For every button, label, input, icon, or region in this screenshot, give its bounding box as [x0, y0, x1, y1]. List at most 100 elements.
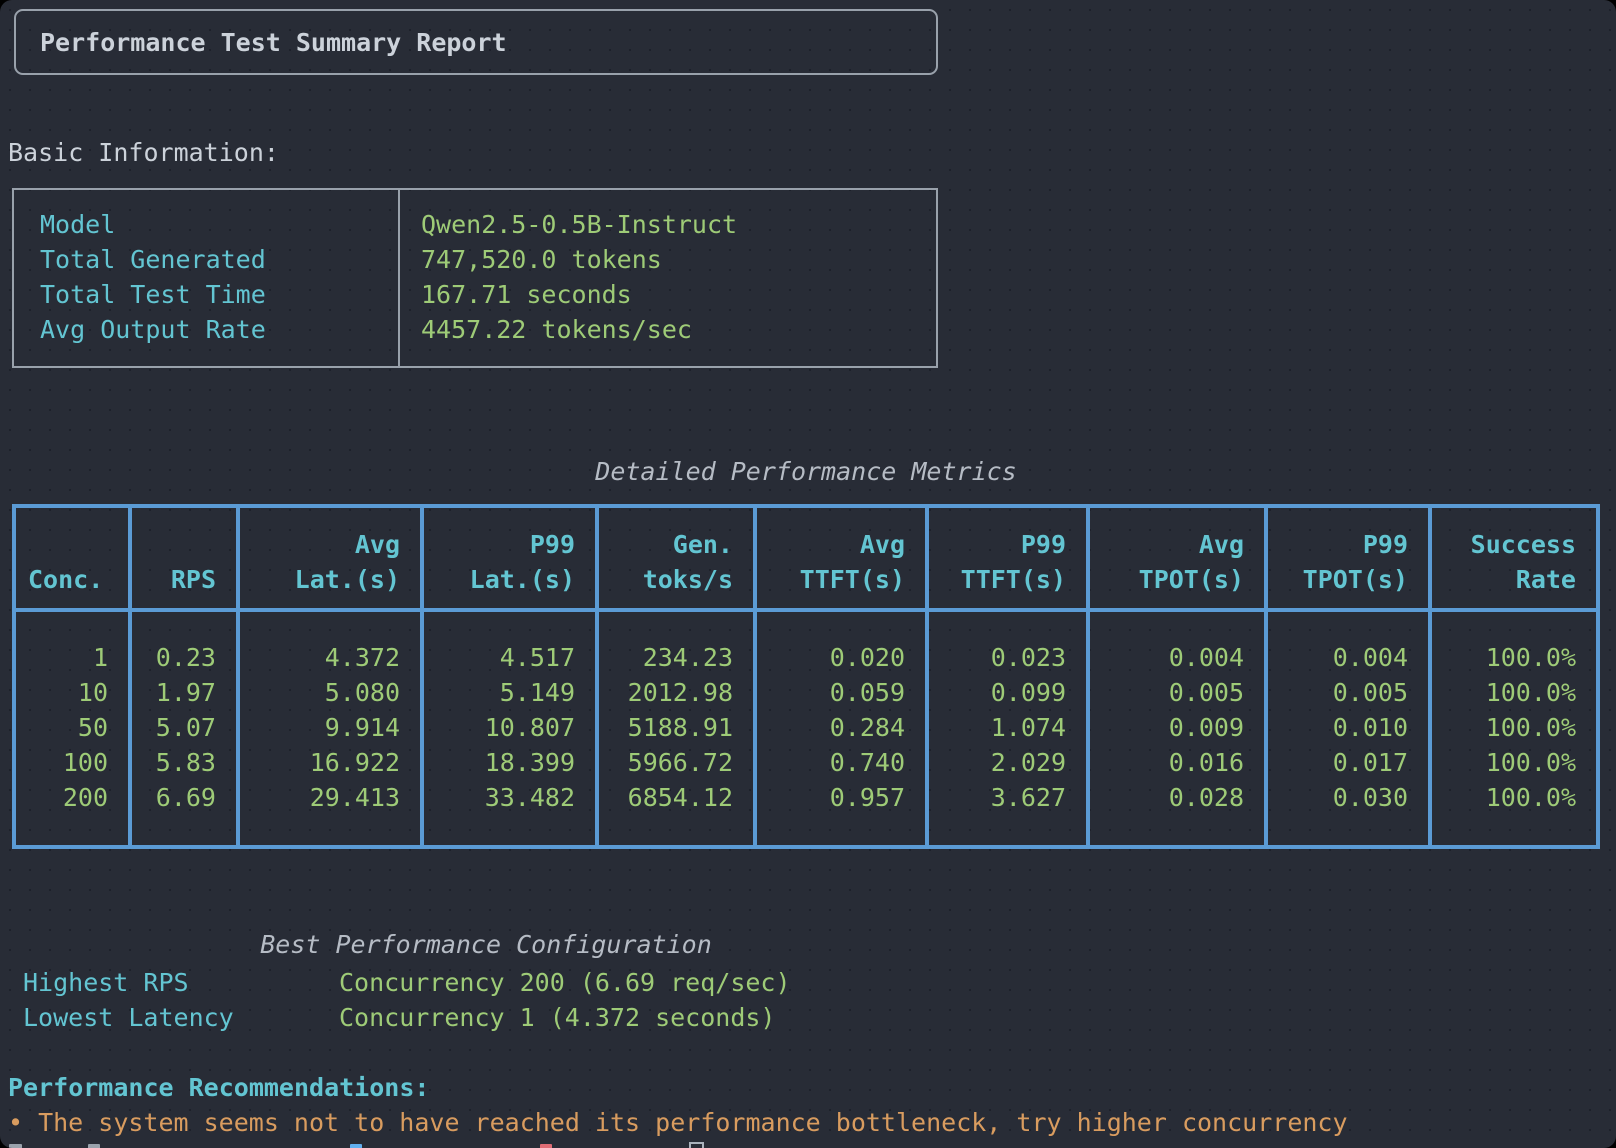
column-header-conc: Conc. [16, 508, 128, 608]
column-avg-lat: 4.372 5.080 9.914 16.922 29.413 [236, 612, 420, 845]
cell: 0.010 [1276, 710, 1408, 745]
basic-info-heading: Basic Information: [8, 135, 279, 170]
cell: 0.004 [1098, 640, 1244, 675]
column-header-p99-ttft: P99TTFT(s) [925, 508, 1086, 608]
cell: 10.807 [432, 710, 575, 745]
metrics-table-body: 1 10 50 100 200 0.23 1.97 5.07 5.83 6.69… [16, 612, 1596, 845]
best-config-row: Highest RPSConcurrency 200 (6.69 req/sec… [23, 965, 791, 1000]
bullet-icon: • [8, 1108, 23, 1137]
column-header-avg-lat: AvgLat.(s) [236, 508, 420, 608]
cell: 0.957 [765, 780, 905, 815]
cell: 5966.72 [607, 745, 733, 780]
cell: 9.914 [248, 710, 400, 745]
basic-info-label: Total Test Time [40, 277, 398, 312]
column-gen-toks: 234.23 2012.98 5188.91 5966.72 6854.12 [595, 612, 753, 845]
clipped-glyph [540, 1144, 552, 1148]
best-config-label: Highest RPS [23, 965, 339, 1000]
clipped-next-line [0, 1140, 1616, 1148]
basic-info-label: Total Generated [40, 242, 398, 277]
cell: 0.23 [140, 640, 216, 675]
cell: 2.029 [937, 745, 1066, 780]
cell: 0.020 [765, 640, 905, 675]
metrics-table-header: Conc. RPS AvgLat.(s) P99Lat.(s) Gen.toks… [16, 508, 1596, 612]
report-title-box: Performance Test Summary Report [14, 9, 938, 75]
cell: 16.922 [248, 745, 400, 780]
cell: 0.028 [1098, 780, 1244, 815]
column-header-rps: RPS [128, 508, 236, 608]
cell: 5.080 [248, 675, 400, 710]
cell: 1.074 [937, 710, 1066, 745]
column-header-success-rate: SuccessRate [1428, 508, 1596, 608]
cell: 100.0% [1440, 745, 1576, 780]
cell: 0.030 [1276, 780, 1408, 815]
cell: 1.97 [140, 675, 216, 710]
cell: 4.372 [248, 640, 400, 675]
cell: 6854.12 [607, 780, 733, 815]
column-header-p99-lat: P99Lat.(s) [420, 508, 595, 608]
clipped-glyph [9, 1144, 22, 1148]
best-config-value: Concurrency 200 (6.69 req/sec) [339, 968, 791, 997]
column-p99-ttft: 0.023 0.099 1.074 2.029 3.627 [925, 612, 1086, 845]
cell: 10 [24, 675, 108, 710]
cell: 200 [24, 780, 108, 815]
column-p99-tpot: 0.004 0.005 0.010 0.017 0.030 [1264, 612, 1428, 845]
basic-info-value: Qwen2.5-0.5B-Instruct [421, 207, 936, 242]
column-avg-tpot: 0.004 0.005 0.009 0.016 0.028 [1086, 612, 1264, 845]
recommendations-heading: Performance Recommendations: [8, 1070, 429, 1105]
terminal-window: Performance Test Summary Report Basic In… [0, 0, 1616, 1148]
cell: 5.83 [140, 745, 216, 780]
cell: 100.0% [1440, 640, 1576, 675]
cell: 4.517 [432, 640, 575, 675]
metrics-table-title: Detailed Performance Metrics [12, 454, 1600, 489]
cell: 0.009 [1098, 710, 1244, 745]
best-config-row: Lowest LatencyConcurrency 1 (4.372 secon… [23, 1000, 791, 1035]
best-config-value: Concurrency 1 (4.372 seconds) [339, 1003, 776, 1032]
cell: 0.099 [937, 675, 1066, 710]
clipped-glyph [350, 1144, 362, 1148]
cell: 100.0% [1440, 710, 1576, 745]
cell: 33.482 [432, 780, 575, 815]
basic-info-table: Model Total Generated Total Test Time Av… [12, 188, 938, 368]
cell: 1 [24, 640, 108, 675]
report-title: Performance Test Summary Report [40, 25, 507, 60]
cell: 50 [24, 710, 108, 745]
column-header-p99-tpot: P99TPOT(s) [1264, 508, 1428, 608]
cell: 0.284 [765, 710, 905, 745]
cell: 0.005 [1098, 675, 1244, 710]
cell: 0.059 [765, 675, 905, 710]
metrics-table: Conc. RPS AvgLat.(s) P99Lat.(s) Gen.toks… [12, 504, 1600, 849]
cell: 6.69 [140, 780, 216, 815]
cell: 5.07 [140, 710, 216, 745]
column-header-avg-tpot: AvgTPOT(s) [1086, 508, 1264, 608]
cell: 3.627 [937, 780, 1066, 815]
cell: 234.23 [607, 640, 733, 675]
clipped-glyph [88, 1144, 100, 1148]
cell: 0.023 [937, 640, 1066, 675]
best-config-rows: Highest RPSConcurrency 200 (6.69 req/sec… [23, 965, 791, 1035]
cell: 2012.98 [607, 675, 733, 710]
cell: 5.149 [432, 675, 575, 710]
basic-info-values: Qwen2.5-0.5B-Instruct 747,520.0 tokens 1… [400, 190, 936, 366]
column-success-rate: 100.0% 100.0% 100.0% 100.0% 100.0% [1428, 612, 1596, 845]
basic-info-labels: Model Total Generated Total Test Time Av… [14, 190, 400, 366]
column-rps: 0.23 1.97 5.07 5.83 6.69 [128, 612, 236, 845]
cell: 100 [24, 745, 108, 780]
basic-info-value: 167.71 seconds [421, 277, 936, 312]
cell: 18.399 [432, 745, 575, 780]
basic-info-label: Avg Output Rate [40, 312, 398, 347]
cell: 0.017 [1276, 745, 1408, 780]
cell: 100.0% [1440, 780, 1576, 815]
column-avg-ttft: 0.020 0.059 0.284 0.740 0.957 [753, 612, 925, 845]
cell: 0.004 [1276, 640, 1408, 675]
column-p99-lat: 4.517 5.149 10.807 18.399 33.482 [420, 612, 595, 845]
column-conc: 1 10 50 100 200 [16, 612, 128, 845]
cell: 100.0% [1440, 675, 1576, 710]
recommendation-item: • The system seems not to have reached it… [8, 1105, 1348, 1140]
cell: 5188.91 [607, 710, 733, 745]
basic-info-label: Model [40, 207, 398, 242]
best-config-title: Best Performance Configuration [26, 927, 946, 962]
basic-info-value: 747,520.0 tokens [421, 242, 936, 277]
best-config-label: Lowest Latency [23, 1000, 339, 1035]
column-header-avg-ttft: AvgTTFT(s) [753, 508, 925, 608]
recommendation-text: The system seems not to have reached its… [38, 1108, 1347, 1137]
